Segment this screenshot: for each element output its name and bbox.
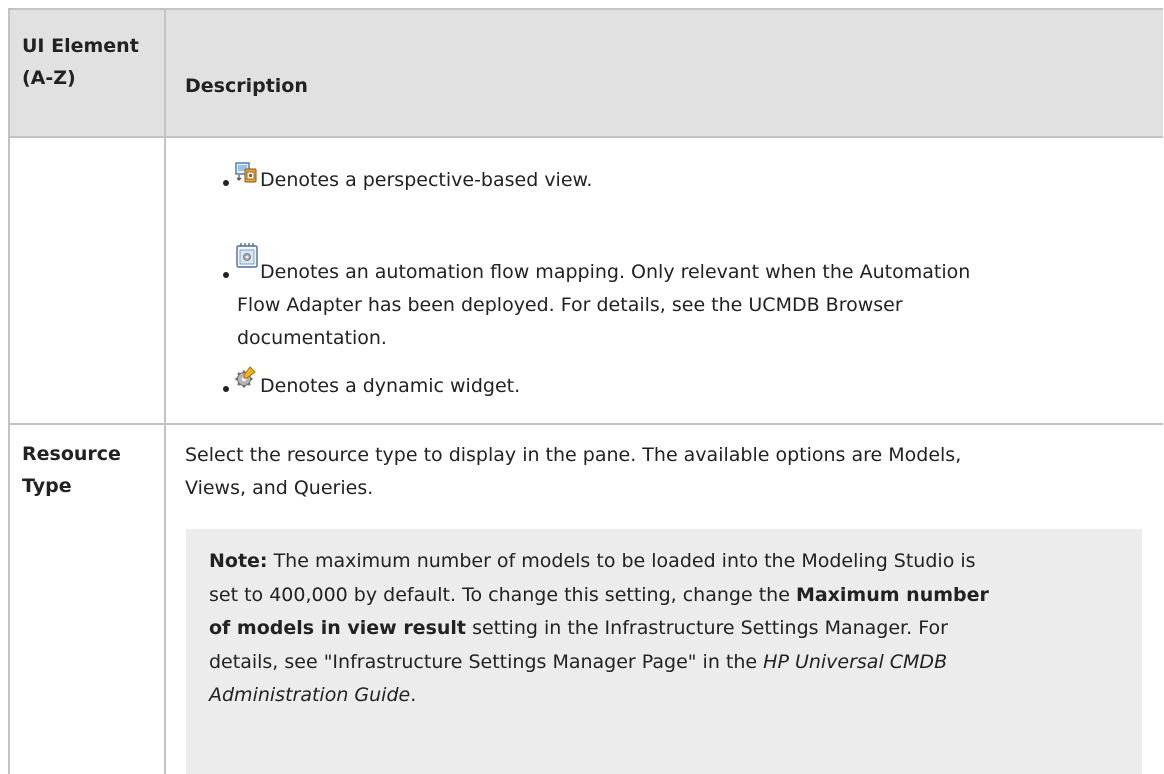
- guide-title: HP Universal CMDB: [763, 650, 948, 673]
- guide-title: Administration Guide: [209, 684, 411, 706]
- list-item-text: Denotes an automation flow mapping. Only…: [260, 256, 970, 289]
- note-box: Note: The maximum number of models to be…: [186, 529, 1142, 774]
- note-text-span: details, see "Infrastructure Settings Ma…: [209, 650, 758, 673]
- list-item-text: Denotes a perspective-based view.: [260, 169, 593, 191]
- table-top-border: [8, 8, 1163, 10]
- note-line: Note: The maximum number of models to be…: [209, 545, 1109, 579]
- ui-element-name: Resource Type: [22, 438, 121, 502]
- setting-name: of models in view result: [209, 617, 467, 639]
- description-line: Views, and Queries.: [185, 477, 374, 499]
- note-text-span: set to 400,000 by default. To change thi…: [209, 583, 790, 606]
- note-text: Note: The maximum number of models to be…: [209, 545, 1109, 713]
- note-line: set to 400,000 by default. To change thi…: [209, 579, 1109, 613]
- automation-flow-mapping-icon: [236, 243, 258, 273]
- setting-name: Maximum number: [795, 583, 989, 606]
- note-line: details, see "Infrastructure Settings Ma…: [209, 646, 1109, 680]
- list-item-text-line: documentation.: [237, 327, 387, 349]
- column-header-line: (A-Z): [22, 67, 76, 89]
- column-header-line: UI Element: [22, 35, 139, 57]
- table-left-border: [8, 8, 10, 774]
- dynamic-widget-icon: [235, 366, 257, 393]
- column-header-ui-element: UI Element (A-Z): [22, 30, 139, 94]
- note-text-span: The maximum number of models to be loade…: [273, 550, 976, 572]
- bullet: [223, 386, 229, 392]
- note-text-span: setting in the Infrastructure Settings M…: [472, 617, 948, 639]
- list-item-text-continued: Flow Adapter has been deployed. For deta…: [237, 289, 903, 355]
- list-item-text-line: Denotes an automation flow mapping. Only…: [260, 261, 971, 283]
- bullet: [223, 272, 229, 278]
- table-header-row: [8, 8, 1163, 136]
- perspective-view-icon: [235, 161, 257, 188]
- note-text-span: .: [410, 684, 417, 706]
- column-divider: [164, 8, 166, 774]
- header-bottom-border: [8, 136, 1163, 138]
- note-line: Administration Guide.: [209, 679, 1109, 713]
- row-divider: [8, 423, 1163, 425]
- note-line: of models in view result setting in the …: [209, 612, 1109, 646]
- column-header-description: Description: [185, 75, 308, 97]
- list-item-text: Denotes a dynamic widget.: [260, 375, 521, 397]
- ui-element-name-line: Type: [22, 475, 72, 497]
- resource-type-description: Select the resource type to display in t…: [185, 439, 961, 505]
- list-item-text-line: Flow Adapter has been deployed. For deta…: [237, 294, 903, 316]
- ui-element-name-line: Resource: [22, 443, 121, 465]
- description-line: Select the resource type to display in t…: [185, 444, 962, 466]
- bullet: [223, 180, 229, 186]
- note-label: Note:: [209, 550, 268, 572]
